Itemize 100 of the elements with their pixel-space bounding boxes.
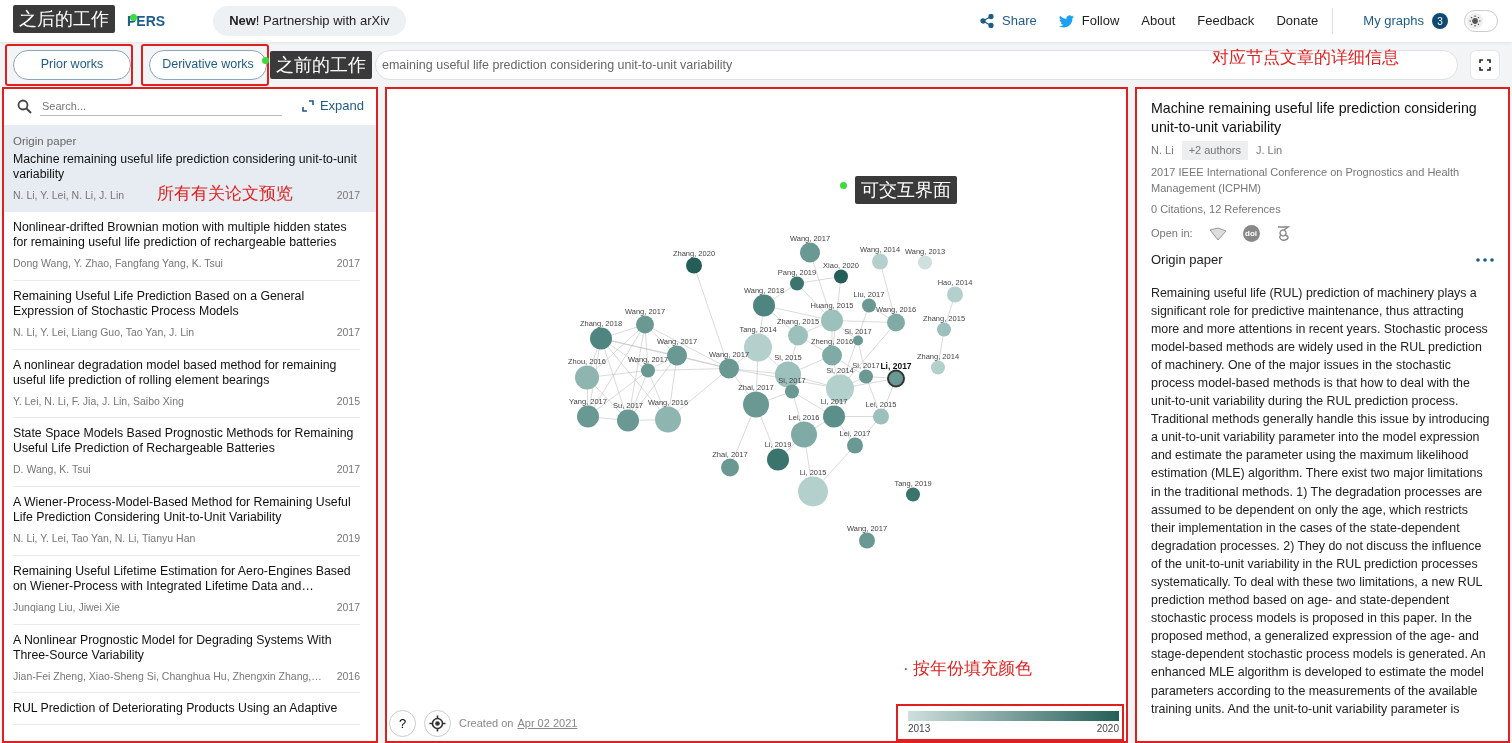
paper-list-item[interactable]: Nonlinear-drifted Brownian motion with multiple hidden states for remaining useful life prediction of rechargeable batteries Dong Wang, Y. Zhao, Fangfang Yang, K. Tsui 2017 [2,212,378,281]
graph-node[interactable] [822,345,842,366]
graph-node[interactable] [575,365,599,390]
graph-node[interactable] [719,358,739,379]
fullscreen-button[interactable] [1470,49,1500,80]
paper-venue: 2017 IEEE International Conference on Prognostics and Health Management (ICPHM) [1151,164,1461,196]
author-name[interactable]: N. Li [1151,142,1174,159]
graph-node[interactable] [873,408,889,425]
graph-node[interactable] [862,298,876,313]
annotation-text: 对应节点文章的详细信息 [1212,47,1399,69]
theme-toggle[interactable] [1464,10,1498,32]
doi-link[interactable]: doi [1242,225,1260,242]
graph-node[interactable] [800,242,820,263]
graph-node[interactable] [641,363,655,378]
graph-node[interactable] [785,384,799,399]
graph-node[interactable] [753,294,775,317]
expand-link[interactable]: Expand [319,96,364,116]
graph-node[interactable] [721,458,739,477]
paper-year: 2019 [336,531,360,546]
paper-authors: N. Li, Y. Lei, Tao Yan, N. Li, Tianyu Han [13,531,196,546]
paper-title: A Nonlinear Prognostic Model for Degrading Systems With Three-Source Variability [13,632,333,663]
graph-node[interactable] [906,487,920,502]
nav-link[interactable]: Feedback [1197,11,1255,31]
paper-authors: D. Wang, K. Tsui [13,462,91,478]
graph-node[interactable] [743,391,769,418]
graph-node[interactable] [823,405,845,428]
graph-node[interactable] [791,421,817,448]
created-date-link[interactable]: Apr 02 2021 [517,715,578,732]
paper-year: 2017 [336,324,360,340]
graph-node[interactable] [617,409,639,432]
paper-year: 2016 [336,668,360,684]
works-button[interactable]: Derivative works [149,49,267,80]
graph-node[interactable] [798,476,828,507]
graph-node[interactable] [859,532,875,549]
my-graphs-link[interactable]: My graphs [1363,11,1424,31]
created-label: Created on [459,716,514,732]
graph-node[interactable] [887,313,905,332]
diamond-icon[interactable] [1208,226,1227,241]
nav-link[interactable]: Donate [1276,11,1319,31]
graph-node[interactable] [918,255,932,270]
paper-year: 2015 [336,393,360,409]
paper-list-item[interactable]: A Wiener-Process-Model-Based Method for Remaining Useful Life Prediction Considering Unit-to-Unit Variability N. Li, Y. Lei, Tao Yan, N. Li, Tianyu Han 2019 [2,487,378,556]
graph-node[interactable] [636,315,654,334]
help-button[interactable]: ? [389,710,416,737]
graph-node[interactable] [821,309,843,332]
paper-title: A nonlinear degradation model based method for remaining useful life prediction of rolling element bearings [13,357,338,388]
expand-icon[interactable] [301,100,314,112]
legend-end-year: 2020 [1096,722,1119,736]
node-label: Li, 2017 [880,360,912,371]
more-authors-chip[interactable]: +2 authors [1181,141,1248,160]
paper-list-item[interactable]: A Nonlinear Prognostic Model for Degrading Systems With Three-Source Variability Jian-Fei Zheng, Xiao-Sheng Si, Changhua Hu, Zhengxin Zhang,… 2016 [2,624,378,694]
search-icon[interactable] [17,98,32,114]
bird-icon[interactable] [1058,14,1074,28]
works-button[interactable]: Prior works [13,49,131,80]
graph-node[interactable] [834,269,848,284]
graph-node[interactable] [686,257,702,274]
paper-title: State Space Models Based Prognostic Methods for Remaining Useful Life Prediction of Rechargeable Batteries [13,426,355,457]
nav-link[interactable]: Follow [1081,11,1120,31]
graph-node[interactable] [931,360,945,375]
graph-node[interactable] [577,405,599,428]
paper-authors: Junqiang Liu, Jiwei Xie [13,599,120,615]
graph-node[interactable] [788,325,808,346]
locate-button[interactable] [424,710,451,737]
legend-start-year: 2013 [908,722,931,736]
paper-authors: N. Li, Y. Lei, Liang Guo, Tao Yan, J. Lin [13,324,195,340]
graph-node[interactable] [847,437,863,454]
paper-title: RUL Prediction of Deteriorating Products Using an Adaptive [13,701,339,717]
more-icon[interactable] [1476,257,1494,262]
graph-node[interactable] [655,406,681,433]
announcement-pill[interactable]: New! Partnership with arXiv [213,6,406,36]
paper-list-item[interactable]: State Space Models Based Prognostic Methods for Remaining Useful Life Prediction of Rechargeable Batteries D. Wang, K. Tsui 2017 [2,418,378,487]
paper-title: Nonlinear-drifted Brownian motion with multiple hidden states for remaining useful life prediction of rechargeable batteries [13,220,348,250]
paper-list-item[interactable]: RUL Prediction of Deteriorating Products Using an Adaptive [2,693,378,726]
graph-node[interactable] [872,253,888,270]
annotation-label: 之前的工作 [270,51,372,79]
paper-year: 2017 [336,188,360,204]
share-icon[interactable] [980,14,994,28]
nav-link[interactable]: About [1141,11,1176,31]
annotation-label: 之后的工作 [13,5,115,33]
graph-node[interactable] [590,327,612,350]
graph-node[interactable] [947,286,963,303]
annotation-dot [130,14,137,21]
graph-node[interactable] [937,322,951,337]
scholar-hook-icon[interactable] [1275,225,1290,242]
graph-node[interactable] [826,374,854,403]
graph-node[interactable] [859,369,873,384]
paper-authors: N. Li, Y. Lei, N. Li, J. Lin [13,188,125,204]
graph-node[interactable] [887,369,905,388]
graph-node[interactable] [767,448,789,471]
paper-list-item[interactable]: Remaining Useful Lifetime Estimation for Aero-Engines Based on Wiener-Process with Integrated Lifetime Data and… Junqiang Liu, Jiwei Xie 2017 [2,555,378,625]
author-name[interactable]: J. Lin [1255,142,1283,159]
paper-list-item[interactable]: A nonlinear degradation model based method for remaining useful life prediction of rolling element bearings Y. Lei, N. Li, F. Jia, J. Lin, Saibo Xing 2015 [2,349,378,419]
nav-link[interactable]: Share [1002,11,1037,31]
graph-node[interactable] [853,335,863,346]
annotation-text: 所有有关论文预览 [157,183,293,205]
graph-node[interactable] [667,345,687,366]
origin-label: Origin paper [13,134,78,149]
annotation-text: · 按年份填充颜色 [903,658,1033,680]
paper-list-item[interactable]: Remaining Useful Life Prediction Based on a General Expression of Stochastic Process Models N. Li, Y. Lei, Liang Guo, Tao Yan, J. Lin 2017 [2,280,378,350]
graph-node[interactable] [790,276,804,291]
